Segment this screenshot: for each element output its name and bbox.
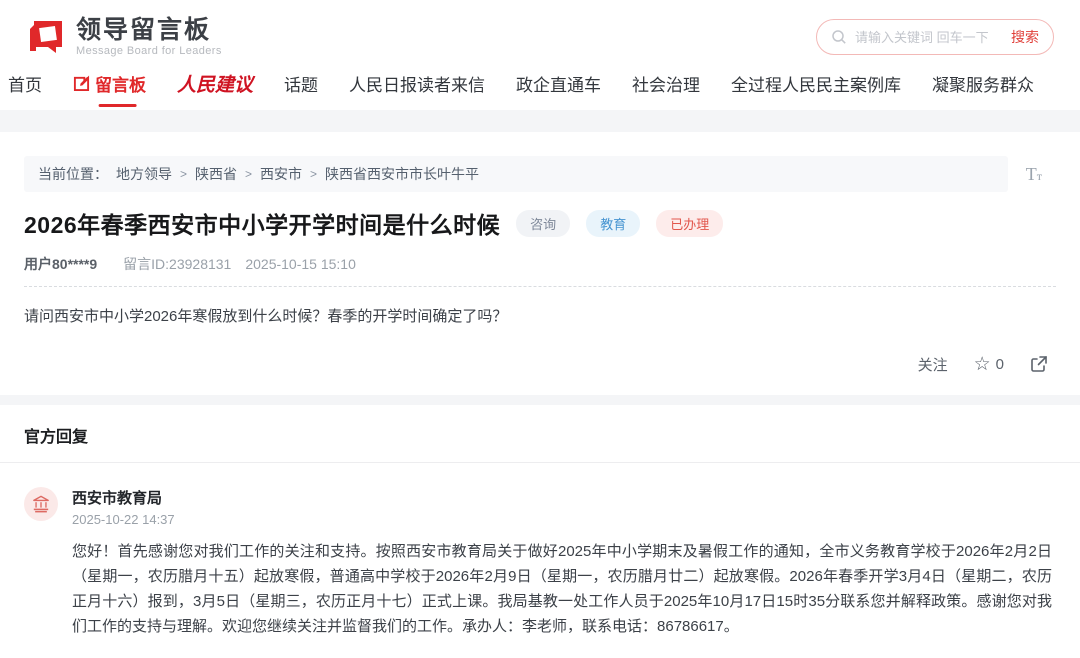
nav-item-democracy-cases[interactable]: 全过程人民民主案例库 [731, 71, 901, 96]
breadcrumb: 当前位置： 地方领导 > 陕西省 > 西安市 > 陕西省西安市市长叶牛平 [24, 156, 1008, 192]
nav-item-label: 留言板 [95, 71, 146, 96]
share-icon [1030, 355, 1048, 373]
nav-item-home[interactable]: 首页 [8, 71, 42, 96]
message-content: 请问西安市中小学2026年寒假放到什么时候？春季的开学时间确定了吗？ [24, 305, 1056, 329]
nav-item-message-board[interactable]: 留言板 [73, 71, 146, 96]
message-card: 当前位置： 地方领导 > 陕西省 > 西安市 > 陕西省西安市市长叶牛平 Tт … [0, 132, 1080, 395]
breadcrumb-item-city[interactable]: 西安市 [260, 164, 302, 184]
breadcrumb-label: 当前位置： [38, 164, 108, 184]
breadcrumb-separator: > [310, 167, 317, 181]
search-input[interactable] [855, 30, 1003, 45]
message-time: 2025-10-15 15:10 [245, 256, 356, 272]
nav-item-reader-letters[interactable]: 人民日报读者来信 [349, 71, 485, 96]
official-reply-section: 官方回复 西安市教育局 2025-10-22 14:37 您好！首先感谢您对我们… [0, 405, 1080, 658]
message-title: 2026年春季西安市中小学开学时间是什么时候 [24, 206, 500, 240]
breadcrumb-separator: > [245, 167, 252, 181]
agency-avatar [24, 487, 58, 521]
divider-strip [0, 395, 1080, 405]
search-button[interactable]: 搜索 [1011, 27, 1039, 47]
message-actions: 关注 ☆ 0 [24, 351, 1056, 377]
star-count: 0 [996, 356, 1004, 373]
nav-item-serve-masses[interactable]: 凝聚服务群众 [932, 71, 1034, 96]
reply-time: 2025-10-22 14:37 [72, 512, 1052, 527]
nav-item-social-governance[interactable]: 社会治理 [632, 71, 700, 96]
divider-strip [0, 110, 1080, 132]
edit-icon [73, 75, 90, 92]
message-user: 用户80****9 [24, 254, 97, 274]
message-id: 留言ID:23928131 [123, 254, 231, 274]
breadcrumb-separator: > [180, 167, 187, 181]
breadcrumb-item-leader[interactable]: 陕西省西安市市长叶牛平 [325, 164, 479, 184]
share-button[interactable] [1030, 355, 1048, 373]
breadcrumb-item-local-leaders[interactable]: 地方领导 [116, 164, 172, 184]
logo-title: 领导留言板 [76, 17, 222, 45]
nav-item-topics[interactable]: 话题 [284, 71, 318, 96]
nav-item-gov-business[interactable]: 政企直通车 [516, 71, 601, 96]
follow-button[interactable]: 关注 [918, 354, 948, 375]
badge-category: 咨询 [516, 210, 570, 237]
breadcrumb-item-province[interactable]: 陕西省 [195, 164, 237, 184]
search-box[interactable]: 搜索 [816, 19, 1054, 55]
agency-name: 西安市教育局 [72, 487, 1052, 508]
badge-domain: 教育 [586, 210, 640, 237]
nav-item-people-suggestions[interactable]: 人民建议 [177, 70, 253, 97]
search-icon [831, 29, 847, 45]
reply-item: 西安市教育局 2025-10-22 14:37 您好！首先感谢您对我们工作的关注… [0, 463, 1080, 658]
government-building-icon [32, 495, 50, 513]
page-header: 领导留言板 Message Board for Leaders 搜索 [0, 0, 1080, 68]
site-logo[interactable]: 领导留言板 Message Board for Leaders [26, 17, 222, 58]
logo-icon [26, 17, 66, 57]
star-button[interactable]: ☆ 0 [974, 355, 1004, 374]
badge-status: 已办理 [656, 210, 723, 237]
star-icon: ☆ [974, 355, 991, 374]
reply-section-title: 官方回复 [24, 423, 1056, 447]
reply-content: 您好！首先感谢您对我们工作的关注和支持。按照西安市教育局关于做好2025年中小学… [72, 539, 1052, 639]
font-size-toggle[interactable]: Tт [1026, 164, 1056, 185]
main-nav: 首页 留言板 人民建议 话题 人民日报读者来信 政企直通车 社会治理 全过程人民… [0, 68, 1080, 110]
logo-subtitle: Message Board for Leaders [76, 45, 222, 57]
